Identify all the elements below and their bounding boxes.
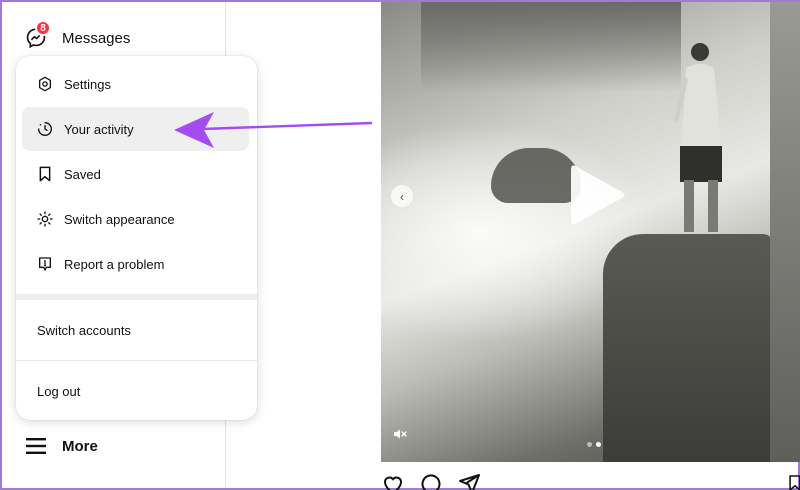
carousel-dots (587, 442, 601, 447)
person-figure (674, 43, 722, 232)
next-post-preview (770, 2, 800, 462)
nav-more[interactable]: More (24, 434, 98, 458)
menu-divider (16, 360, 257, 361)
save-post-icon[interactable] (788, 474, 800, 490)
menu-item-label: Switch appearance (64, 211, 175, 227)
log-out-button[interactable]: Log out (37, 384, 80, 399)
menu-item-label: Saved (64, 166, 101, 182)
menu-item-report-problem[interactable]: Report a problem (22, 242, 249, 286)
menu-item-switch-appearance[interactable]: Switch appearance (22, 197, 249, 241)
messages-badge: 8 (35, 20, 51, 36)
report-icon (36, 255, 54, 273)
nav-messages[interactable]: 8 Messages (24, 20, 131, 50)
menu-divider (16, 294, 257, 300)
video-background (421, 2, 681, 92)
menu-item-label: Your activity (64, 121, 134, 137)
settings-icon (36, 75, 54, 93)
sun-icon (36, 210, 54, 228)
post-video[interactable]: ‹ (381, 2, 770, 462)
carousel-dot (587, 442, 592, 447)
carousel-prev-button[interactable]: ‹ (391, 185, 413, 207)
comment-icon[interactable] (419, 472, 443, 490)
menu-item-label: Report a problem (64, 256, 165, 272)
more-label: More (62, 437, 98, 455)
switch-accounts-button[interactable]: Switch accounts (37, 323, 131, 338)
play-icon[interactable] (567, 162, 627, 228)
hamburger-icon (24, 434, 48, 458)
menu-item-label: Settings (64, 76, 111, 92)
carousel-dot-active (596, 442, 601, 447)
messages-label: Messages (62, 29, 131, 47)
like-icon[interactable] (381, 472, 405, 490)
post-actions (381, 472, 481, 490)
menu-item-saved[interactable]: Saved (22, 152, 249, 196)
mute-icon[interactable] (392, 426, 408, 442)
annotation-arrow (174, 112, 373, 148)
activity-icon (36, 120, 54, 138)
share-icon[interactable] (457, 472, 481, 490)
menu-item-settings[interactable]: Settings (22, 62, 249, 106)
video-background (603, 234, 770, 462)
messenger-icon: 8 (24, 20, 51, 50)
bookmark-icon (36, 165, 54, 183)
